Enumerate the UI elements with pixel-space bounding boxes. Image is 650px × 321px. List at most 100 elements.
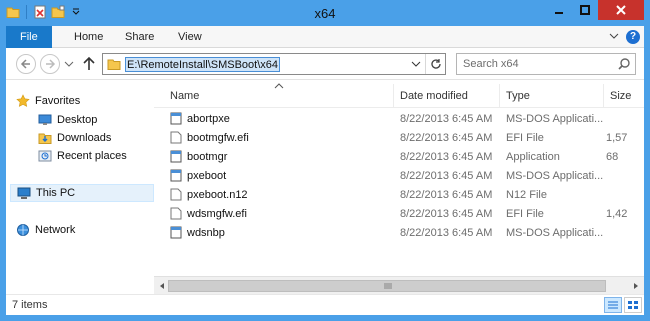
tab-home[interactable]: Home (62, 26, 115, 48)
file-name-cell: bootmgr (170, 150, 227, 163)
grip-icon (384, 283, 392, 289)
file-type: N12 File (506, 189, 547, 201)
horizontal-scrollbar[interactable] (154, 276, 644, 294)
scrollbar-thumb[interactable] (168, 280, 606, 292)
recent-locations-icon[interactable] (64, 60, 74, 68)
application-file-icon (170, 150, 182, 163)
table-row[interactable]: wdsmgfw.efi 8/22/2013 6:45 AM EFI File 1,42 (154, 205, 644, 223)
star-icon (16, 94, 30, 107)
tab-share[interactable]: Share (113, 26, 166, 48)
computer-icon (17, 187, 31, 199)
search-box[interactable]: Search x64 (456, 53, 636, 75)
file-name: wdsnbp (187, 226, 225, 239)
sidebar-item-label: Favorites (35, 95, 81, 107)
search-placeholder: Search x64 (463, 58, 519, 70)
file-name-cell: pxeboot.n12 (170, 188, 248, 201)
file-date: 8/22/2013 6:45 AM (400, 132, 493, 144)
scroll-right-button[interactable] (630, 280, 642, 292)
close-button[interactable] (598, 0, 644, 20)
file-name: abortpxe (187, 112, 230, 125)
address-dropdown-button[interactable] (409, 56, 423, 72)
details-view-button[interactable] (604, 297, 622, 313)
file-size: 68 (606, 151, 619, 163)
application-file-icon (170, 226, 182, 239)
file-date: 8/22/2013 6:45 AM (400, 227, 493, 239)
maximize-icon (580, 5, 590, 15)
item-count: 7 items (12, 299, 48, 311)
file-icon (170, 131, 182, 144)
table-row[interactable]: bootmgr 8/22/2013 6:45 AM Application 68 (154, 148, 644, 166)
file-date: 8/22/2013 6:45 AM (400, 151, 493, 163)
table-row[interactable]: pxeboot 8/22/2013 6:45 AM MS-DOS Applicati… (154, 167, 644, 185)
forward-button[interactable] (40, 54, 60, 74)
explorer-window: x64 File Home Share View ? E:\RemoteInst… (0, 0, 650, 321)
large-icons-view-button[interactable] (624, 297, 642, 313)
file-date: 8/22/2013 6:45 AM (400, 170, 493, 182)
title-bar[interactable]: x64 (0, 0, 650, 26)
expand-ribbon-icon[interactable] (608, 30, 620, 42)
sidebar-item-this-pc[interactable]: This PC (10, 184, 154, 202)
file-name: pxeboot (187, 169, 227, 182)
sidebar-item-label: Downloads (57, 132, 112, 144)
back-arrow-icon (20, 59, 30, 69)
folder-icon (107, 59, 121, 70)
file-size: 1,57 (606, 132, 628, 144)
help-icon[interactable]: ? (626, 30, 640, 44)
status-bar: 7 items (6, 294, 644, 315)
file-type: EFI File (506, 132, 544, 144)
minimize-button[interactable] (546, 0, 572, 20)
sidebar-item-label: Recent places (57, 150, 127, 162)
table-row[interactable]: abortpxe 8/22/2013 6:45 AM MS-DOS Applicat… (154, 110, 644, 128)
file-type: MS-DOS Applicati... (506, 113, 604, 125)
search-icon[interactable] (617, 57, 631, 71)
application-file-icon (170, 169, 182, 182)
table-row[interactable]: pxeboot.n12 8/22/2013 6:45 AM N12 File (154, 186, 644, 204)
recent-places-icon (38, 150, 52, 162)
address-path[interactable]: E:\RemoteInstall\SMSBoot\x64 (125, 57, 281, 72)
file-name-cell: wdsnbp (170, 226, 225, 239)
minimize-icon (555, 12, 563, 14)
application-file-icon (170, 112, 182, 125)
up-arrow-icon[interactable] (82, 56, 96, 72)
forward-arrow-icon (46, 59, 56, 69)
navigation-pane: Favorites Desktop Downloads Recent place… (6, 80, 154, 294)
chevron-left-icon (160, 283, 164, 289)
address-bar[interactable]: E:\RemoteInstall\SMSBoot\x64 (102, 53, 446, 75)
column-header-date-modified[interactable]: Date modified (394, 84, 500, 108)
column-header-type[interactable]: Type (500, 84, 604, 108)
chevron-down-icon (411, 61, 421, 67)
file-list: Name Date modified Type Size abortpxe 8/2… (154, 80, 644, 295)
window-controls (546, 0, 644, 20)
sidebar-item-network[interactable]: Network (16, 221, 75, 239)
chevron-right-icon (634, 283, 638, 289)
sidebar-item-favorites[interactable]: Favorites (16, 92, 80, 110)
file-date: 8/22/2013 6:45 AM (400, 208, 493, 220)
tab-view[interactable]: View (166, 26, 214, 48)
ribbon: File Home Share View ? (6, 26, 644, 48)
file-name-cell: wdsmgfw.efi (170, 207, 247, 220)
file-type: MS-DOS Applicati... (506, 227, 604, 239)
sidebar-item-downloads[interactable]: Downloads (38, 129, 111, 147)
column-header-name[interactable]: Name (164, 84, 394, 108)
maximize-button[interactable] (572, 0, 598, 20)
tab-file[interactable]: File (6, 26, 52, 48)
large-icons-view-icon (628, 301, 638, 309)
file-name: pxeboot.n12 (187, 188, 248, 201)
column-headers: Name Date modified Type Size (154, 83, 644, 108)
sidebar-item-recent-places[interactable]: Recent places (38, 147, 127, 165)
sidebar-item-label: This PC (36, 187, 76, 199)
table-row[interactable]: wdsnbp 8/22/2013 6:45 AM MS-DOS Applicati.… (154, 224, 644, 242)
refresh-button[interactable] (425, 54, 445, 74)
network-icon (17, 224, 29, 236)
sidebar-item-label: Desktop (57, 114, 98, 126)
downloads-icon (38, 133, 52, 144)
sidebar-item-desktop[interactable]: Desktop (38, 111, 97, 129)
back-button[interactable] (16, 54, 36, 74)
file-name: wdsmgfw.efi (187, 207, 247, 220)
table-row[interactable]: bootmgfw.efi 8/22/2013 6:45 AM EFI File 1,5… (154, 129, 644, 147)
column-header-size[interactable]: Size (604, 84, 644, 108)
file-name-cell: abortpxe (170, 112, 230, 125)
view-switcher (604, 297, 642, 313)
scroll-left-button[interactable] (156, 280, 168, 292)
file-date: 8/22/2013 6:45 AM (400, 113, 493, 125)
